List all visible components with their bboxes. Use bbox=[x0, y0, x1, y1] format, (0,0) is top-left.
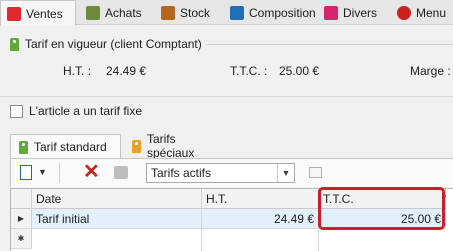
fixed-price-label: L'article a un tarif fixe bbox=[29, 104, 143, 118]
delete-icon[interactable]: ✕ bbox=[83, 161, 100, 183]
subtab-tarif-standard-label: Tarif standard bbox=[34, 140, 107, 154]
tab-menu-label: Menu bbox=[416, 5, 447, 20]
divider bbox=[0, 96, 453, 97]
tab-stock-label: Stock bbox=[180, 5, 211, 20]
tab-achats-label: Achats bbox=[105, 5, 142, 20]
tarif-vigueur-title-text: Tarif en vigueur (client Comptant) bbox=[25, 37, 202, 51]
ttc-label: T.T.C. : bbox=[230, 64, 268, 78]
tab-divers[interactable]: Divers bbox=[318, 0, 390, 25]
tab-composition[interactable]: Composition bbox=[224, 0, 320, 25]
price-tag-icon bbox=[19, 140, 28, 154]
chevron-down-icon[interactable]: ▼ bbox=[38, 167, 47, 177]
subtab-tarifs-speciaux-label: Tarifs spéciaux bbox=[146, 132, 195, 160]
new-document-icon[interactable] bbox=[20, 165, 32, 180]
grid-cell-ht[interactable]: 24.49 € bbox=[202, 209, 319, 229]
ttc-value: 25.00 € bbox=[279, 64, 320, 78]
tarif-vigueur-title: Tarif en vigueur (client Comptant) bbox=[10, 37, 206, 51]
grid-corner-header bbox=[11, 189, 32, 209]
subtab-tarif-standard[interactable]: Tarif standard bbox=[10, 134, 121, 159]
fixed-price-row[interactable]: L'article a un tarif fixe bbox=[10, 104, 142, 118]
ventes-icon bbox=[7, 6, 21, 21]
tab-ventes[interactable]: Ventes bbox=[0, 0, 76, 26]
tab-menu[interactable]: Menu bbox=[391, 0, 453, 25]
tarifs-filter-value: Tarifs actifs bbox=[151, 166, 212, 180]
chevron-down-icon[interactable]: ▼ bbox=[277, 164, 294, 182]
tarifs-filter-select[interactable]: Tarifs actifs ▼ bbox=[146, 163, 295, 183]
print-icon[interactable] bbox=[114, 166, 128, 179]
tab-stock[interactable]: Stock bbox=[155, 0, 225, 25]
menu-icon bbox=[397, 5, 411, 20]
fixed-price-checkbox[interactable] bbox=[10, 104, 23, 118]
grid-header-ht[interactable]: H.T. bbox=[202, 189, 319, 209]
grid-toolbar: ▼ ✕ Tarifs actifs ▼ bbox=[10, 159, 453, 187]
new-row-date-cell[interactable] bbox=[32, 229, 202, 251]
price-tag-icon bbox=[10, 37, 19, 51]
composition-icon bbox=[230, 5, 244, 20]
tab-composition-label: Composition bbox=[249, 5, 316, 20]
tab-achats[interactable]: Achats bbox=[80, 0, 160, 25]
grid-header-date[interactable]: Date bbox=[32, 189, 202, 209]
new-row-indicator-icon[interactable]: ✱ bbox=[11, 229, 32, 249]
marge-label: Marge : bbox=[410, 64, 451, 78]
restore-window-icon[interactable] bbox=[309, 167, 322, 178]
ttc-highlight-box bbox=[318, 187, 445, 230]
subtab-tarifs-speciaux[interactable]: Tarifs spéciaux bbox=[124, 132, 234, 160]
stock-icon bbox=[161, 5, 175, 20]
new-row-ht-cell[interactable] bbox=[202, 229, 319, 251]
tab-divers-label: Divers bbox=[343, 5, 378, 20]
special-price-tag-icon bbox=[132, 139, 141, 153]
toolbar-separator bbox=[59, 163, 60, 183]
grid-cell-date[interactable]: Tarif initial bbox=[32, 209, 202, 229]
ht-label: H.T. : bbox=[63, 64, 92, 78]
row-indicator-icon[interactable]: ▶ bbox=[11, 209, 32, 229]
tab-ventes-label: Ventes bbox=[26, 6, 63, 21]
divers-icon bbox=[324, 5, 338, 20]
achats-icon bbox=[86, 5, 100, 20]
ht-value: 24.49 € bbox=[106, 64, 147, 78]
main-tabbar: Ventes Achats Stock Composition Divers M… bbox=[0, 0, 453, 26]
